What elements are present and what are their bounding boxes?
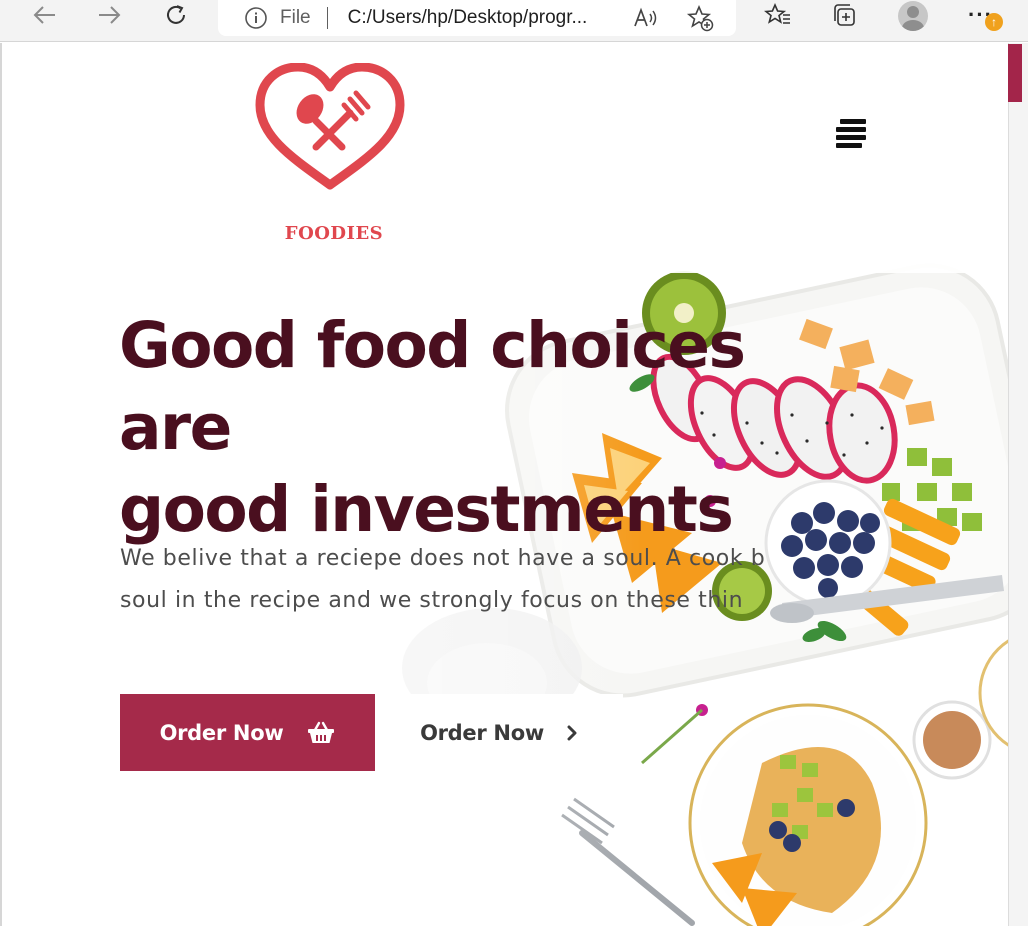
brand-logo[interactable]: FOODIES — [254, 62, 406, 244]
url-text[interactable]: C:/Users/hp/Desktop/progr... — [348, 7, 620, 29]
page-scrollbar-thumb[interactable] — [1008, 44, 1022, 102]
update-badge: ↑ — [985, 13, 1003, 31]
hero-subtext: We belive that a reciepe does not have a… — [120, 538, 820, 622]
order-now-label: Order Now — [159, 720, 284, 745]
info-icon[interactable] — [244, 6, 268, 30]
menu-button[interactable] — [836, 119, 868, 149]
reload-icon — [167, 5, 185, 24]
basket-icon — [308, 721, 335, 743]
profile-avatar[interactable] — [898, 1, 928, 31]
brand-name: FOODIES — [284, 223, 384, 244]
order-now-arrow-button[interactable]: Order Now — [375, 694, 623, 771]
arrow-right-icon — [99, 6, 121, 24]
hamburger-icon-bar — [836, 143, 862, 148]
order-now-basket-button[interactable]: Order Now — [120, 694, 375, 771]
order-now-label-secondary: Order Now — [420, 720, 544, 745]
hamburger-icon-bar — [836, 135, 866, 140]
file-protocol-label: File — [280, 7, 311, 28]
subtext-line-2: soul in the recipe and we strongly focus… — [120, 588, 744, 613]
hamburger-icon-bar — [836, 127, 866, 132]
page-viewport: FOODIES Good food choices are good inves… — [0, 43, 1008, 926]
reload-button[interactable] — [156, 0, 196, 30]
arrow-left-icon — [33, 6, 55, 24]
subtext-line-1: We belive that a reciepe does not have a… — [120, 546, 766, 571]
heart-spoon-fork-icon — [255, 62, 405, 190]
forward-button[interactable] — [90, 0, 130, 30]
hamburger-icon — [840, 119, 866, 124]
hero-headline: Good food choices are good investments — [119, 305, 819, 551]
address-divider — [326, 7, 328, 29]
collections-icon — [834, 4, 855, 26]
address-bar[interactable]: File C:/Users/hp/Desktop/progr... — [218, 0, 736, 36]
collections-button[interactable] — [826, 0, 862, 30]
chevron-right-icon — [567, 725, 577, 740]
headline-line-1: Good food choices are — [119, 309, 746, 464]
back-button[interactable] — [24, 0, 64, 30]
favorites-list-icon — [764, 2, 790, 24]
window-edge — [1008, 43, 1028, 926]
favorites-button[interactable] — [760, 0, 796, 30]
read-aloud-icon[interactable] — [630, 2, 662, 34]
browser-toolbar: File C:/Users/hp/Desktop/progr... ··· ↑ — [0, 0, 1028, 42]
star-plus-icon[interactable] — [684, 2, 716, 34]
